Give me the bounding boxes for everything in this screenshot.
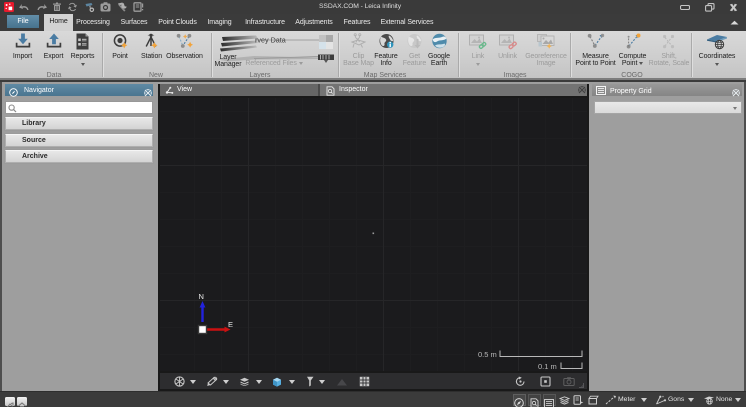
svg-text:rvey Data: rvey Data: [255, 36, 286, 45]
svg-text:E: E: [228, 320, 233, 329]
svg-text:N: N: [199, 292, 204, 301]
svg-text:0.1 m: 0.1 m: [538, 362, 557, 371]
svg-text:0.5 m: 0.5 m: [478, 350, 497, 359]
